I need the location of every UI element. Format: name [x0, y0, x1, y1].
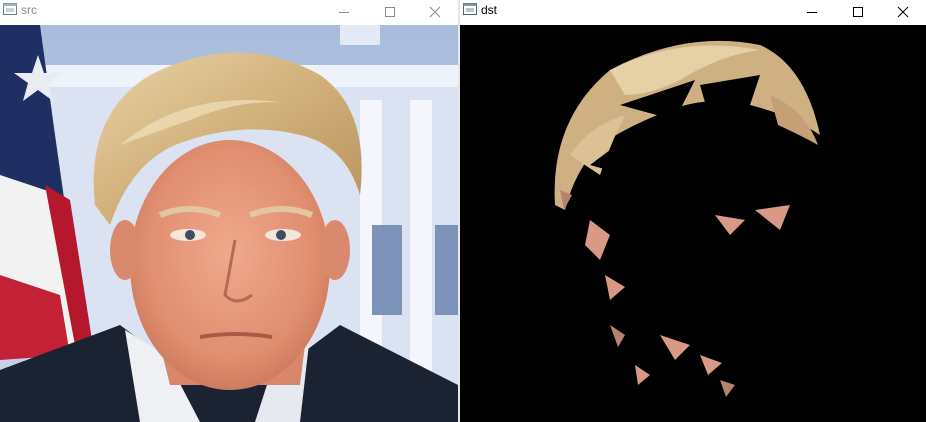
src-window: src [0, 0, 458, 422]
dst-close-button[interactable] [880, 0, 926, 25]
dst-window: dst [460, 0, 926, 422]
dst-image [460, 25, 926, 422]
src-titlebar[interactable]: src [0, 0, 458, 25]
dst-minimize-button[interactable] [789, 0, 835, 25]
maximize-icon [385, 7, 395, 17]
src-image [0, 25, 458, 422]
src-window-title: src [21, 3, 37, 17]
minimize-icon [339, 12, 349, 13]
dst-mask [460, 25, 926, 422]
maximize-icon [853, 7, 863, 17]
window-app-icon [463, 3, 477, 15]
src-minimize-button[interactable] [321, 0, 367, 25]
dst-maximize-button[interactable] [835, 0, 881, 25]
close-icon [897, 6, 909, 18]
minimize-icon [807, 12, 817, 13]
dst-window-title: dst [481, 3, 498, 17]
src-maximize-button[interactable] [367, 0, 413, 25]
window-app-icon [3, 3, 17, 15]
dst-titlebar[interactable]: dst [460, 0, 926, 25]
src-close-button[interactable] [412, 0, 458, 25]
src-photo [0, 25, 458, 422]
close-icon [429, 6, 441, 18]
